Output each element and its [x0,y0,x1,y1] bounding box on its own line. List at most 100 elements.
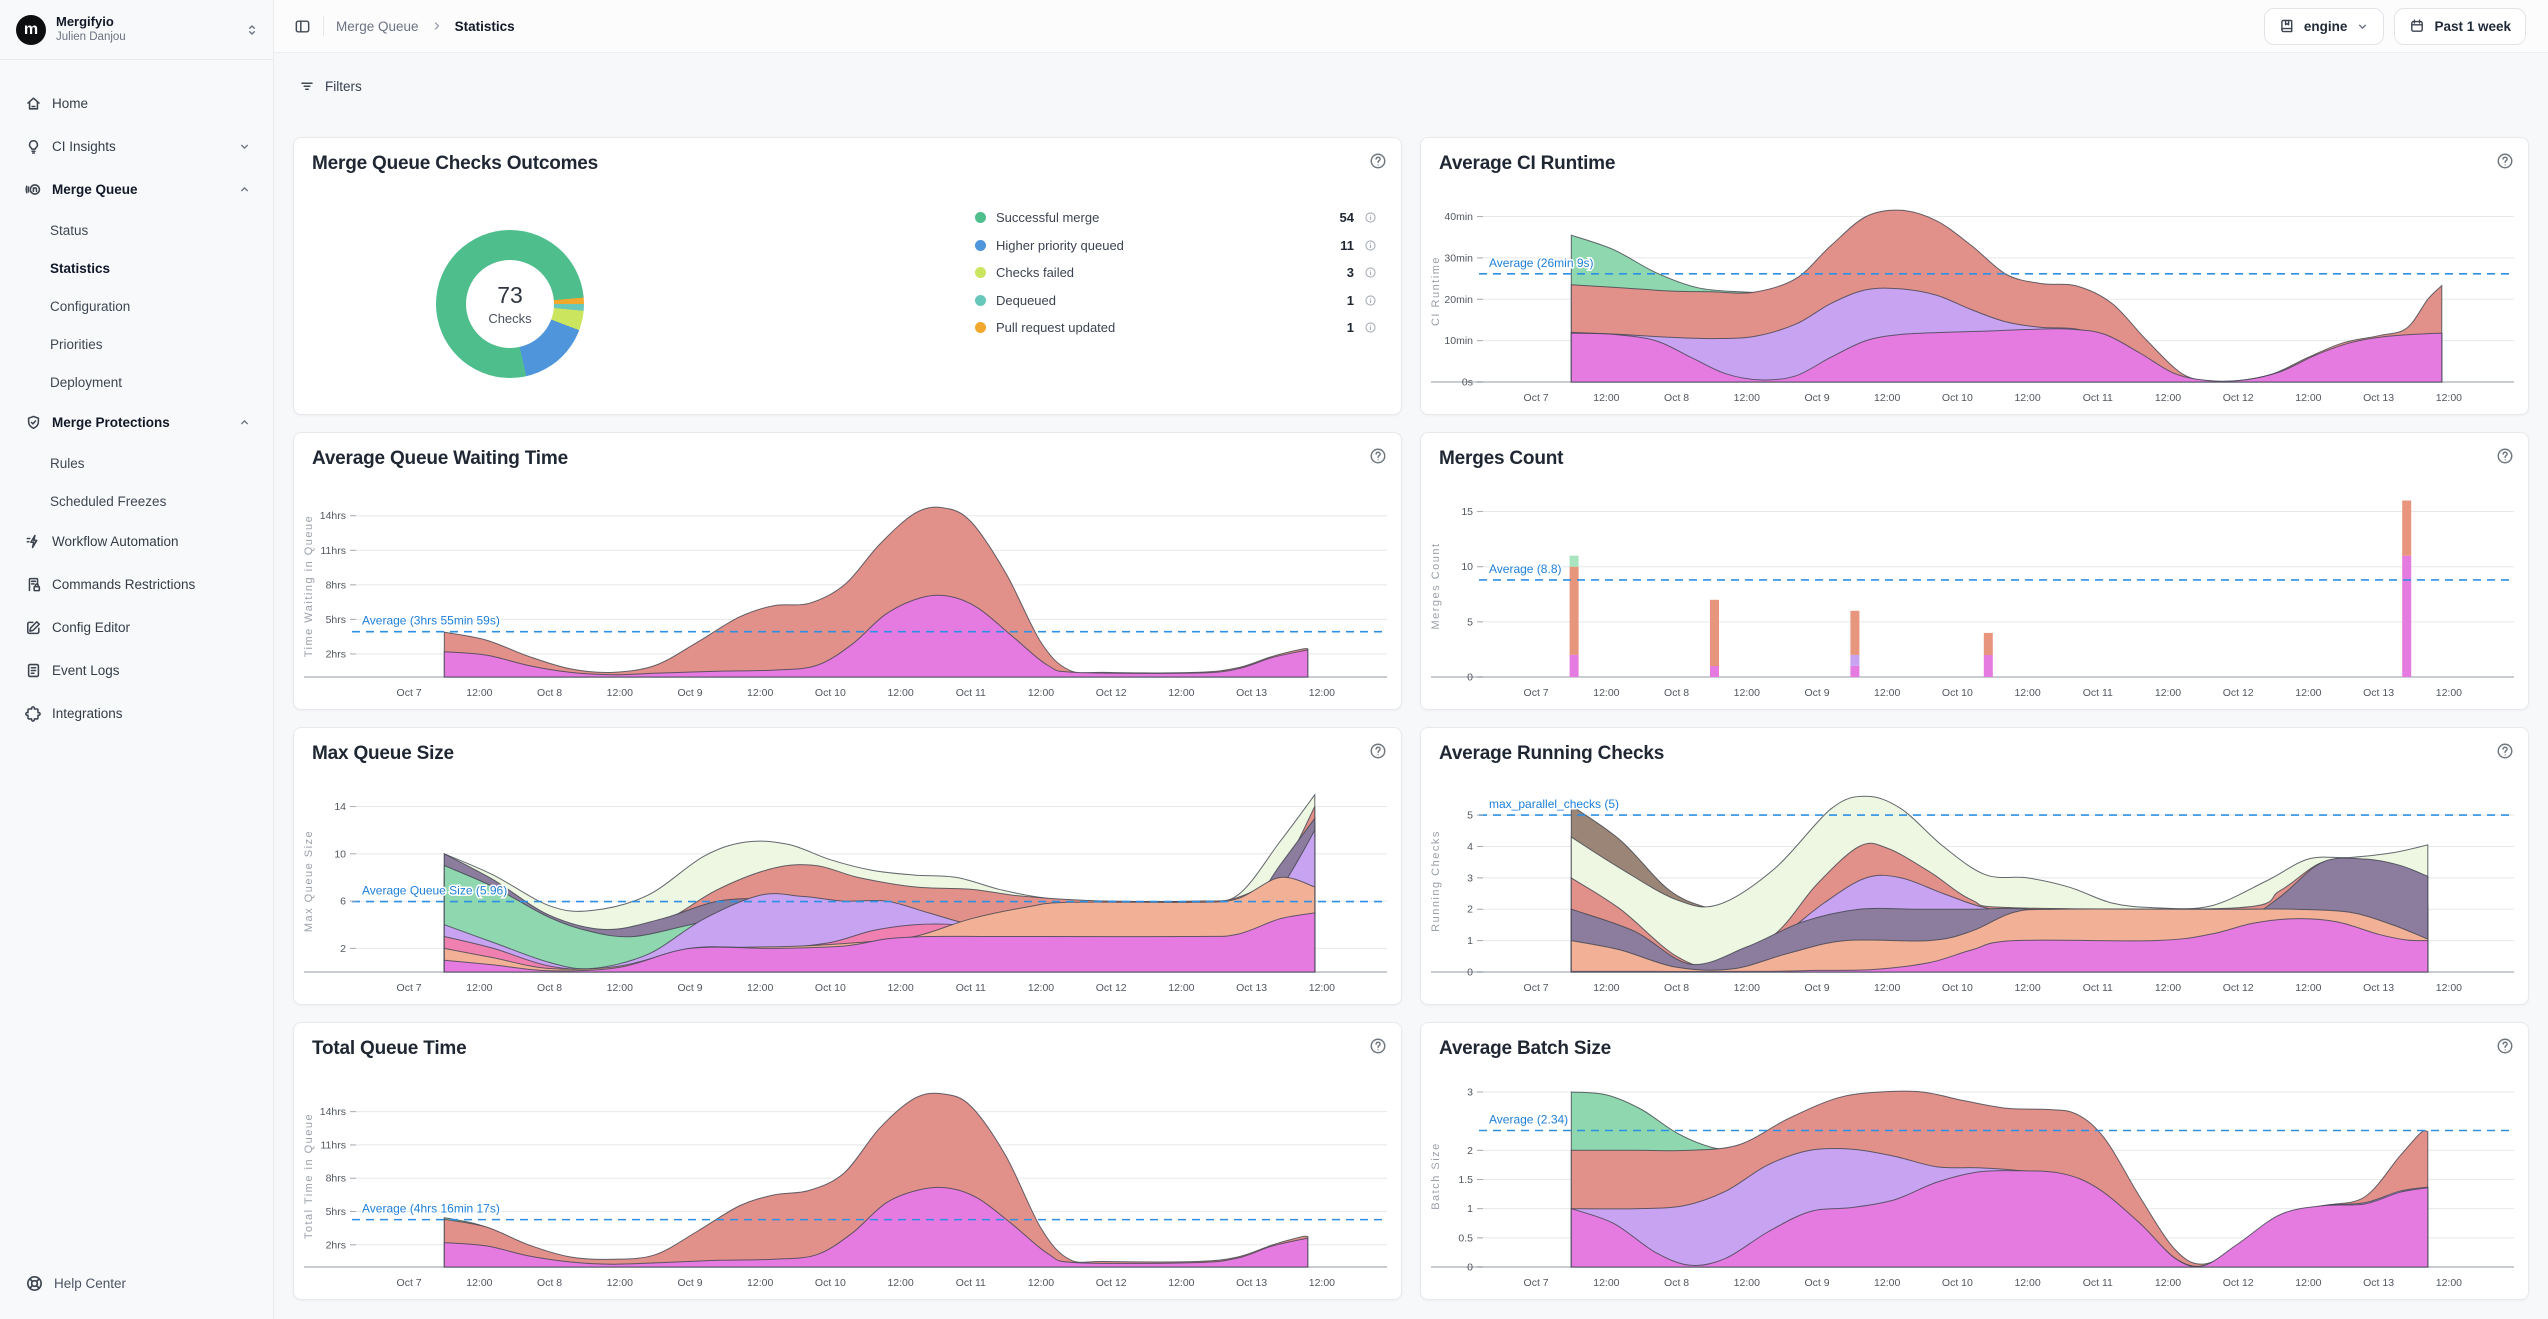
help-icon[interactable] [2496,742,2514,765]
card-max-queue-size: Max Queue Size Average Queue Size (5.96)… [293,727,1402,1005]
sidebar-item-label: Integrations [52,706,251,721]
breadcrumb-page: Statistics [455,19,515,34]
org-name: Mergifyio [56,14,235,31]
svg-text:Oct 7: Oct 7 [397,982,422,994]
svg-text:30min: 30min [1444,252,1473,264]
svg-text:12:00: 12:00 [2014,687,2040,699]
svg-text:12:00: 12:00 [1309,982,1335,994]
sidebar-item-integrations[interactable]: Integrations [0,692,273,735]
legend-item[interactable]: Dequeued1 [975,287,1377,315]
svg-text:Oct 9: Oct 9 [1804,982,1829,994]
legend-item[interactable]: Pull request updated1 [975,314,1377,342]
svg-text:8hrs: 8hrs [326,1173,346,1185]
donut-chart[interactable]: 73 Checks [436,230,584,378]
svg-text:12:00: 12:00 [1734,982,1760,994]
svg-text:12:00: 12:00 [1734,687,1760,699]
filters-bar[interactable]: Filters [274,53,2548,119]
legend-value: 1 [1347,320,1354,335]
sidebar-item-help-center[interactable]: Help Center [0,1274,273,1319]
svg-text:12:00: 12:00 [1028,982,1054,994]
help-icon[interactable] [1369,742,1387,765]
doclock-icon [25,576,42,593]
svg-text:10: 10 [1461,561,1473,573]
svg-text:12:00: 12:00 [2014,1277,2040,1289]
svg-text:12:00: 12:00 [2295,1277,2321,1289]
help-icon[interactable] [2496,152,2514,175]
sidebar-item-rules[interactable]: Rules [0,444,273,482]
legend-item[interactable]: Successful merge54 [975,204,1377,232]
svg-text:8hrs: 8hrs [326,579,346,591]
sidebar-item-ci-insights[interactable]: CI Insights [0,125,273,168]
info-icon[interactable] [1364,211,1377,224]
chart-average-ci-runtime: Average (26min 9s)0s10min20min30min40min… [1425,188,2520,408]
svg-text:12:00: 12:00 [1734,392,1760,404]
svg-text:12:00: 12:00 [2436,687,2462,699]
help-icon[interactable] [1369,1037,1387,1060]
legend-value: 3 [1347,265,1354,280]
info-icon[interactable] [1364,266,1377,279]
help-icon[interactable] [1369,152,1387,175]
info-icon[interactable] [1364,239,1377,252]
legend-label: Successful merge [996,210,1330,225]
svg-text:Oct 10: Oct 10 [815,982,846,994]
info-icon[interactable] [1364,321,1377,334]
help-icon[interactable] [2496,447,2514,470]
svg-text:Oct 8: Oct 8 [1664,687,1689,699]
sidebar-item-label: Merge Queue [52,182,228,197]
sidebar-item-scheduled-freezes[interactable]: Scheduled Freezes [0,482,273,520]
donut-legend: Successful merge54Higher priority queued… [975,204,1377,342]
sidebar-item-priorities[interactable]: Priorities [0,325,273,363]
sidebar-item-configuration[interactable]: Configuration [0,287,273,325]
doclines-icon [25,662,42,679]
svg-text:12:00: 12:00 [2436,1277,2462,1289]
svg-text:Oct 12: Oct 12 [1096,1277,1127,1289]
help-icon[interactable] [1369,447,1387,470]
svg-text:Oct 8: Oct 8 [1664,1277,1689,1289]
svg-text:12:00: 12:00 [2436,392,2462,404]
repo-selector-button[interactable]: engine [2264,8,2385,45]
card-title: Merge Queue Checks Outcomes [312,153,598,175]
svg-text:Oct 8: Oct 8 [537,1277,562,1289]
svg-text:12:00: 12:00 [2295,392,2321,404]
svg-text:Oct 9: Oct 9 [677,1277,702,1289]
sidebar-item-home[interactable]: Home [0,82,273,125]
svg-text:12:00: 12:00 [466,982,492,994]
svg-text:Oct 9: Oct 9 [677,982,702,994]
sidebar-item-commands-restrictions[interactable]: Commands Restrictions [0,563,273,606]
svg-text:Oct 12: Oct 12 [2223,1277,2254,1289]
legend-item[interactable]: Checks failed3 [975,259,1377,287]
breadcrumb-section[interactable]: Merge Queue [336,19,419,34]
sidebar-item-event-logs[interactable]: Event Logs [0,649,273,692]
donut-center-value: 73 [497,282,523,309]
sidebar-item-merge-queue[interactable]: Merge Queue [0,168,273,211]
svg-text:14: 14 [334,801,346,813]
legend-item[interactable]: Higher priority queued11 [975,232,1377,260]
svg-text:0: 0 [1467,967,1473,979]
svg-text:12:00: 12:00 [1168,982,1194,994]
svg-text:12:00: 12:00 [1028,687,1054,699]
info-icon[interactable] [1364,294,1377,307]
svg-text:Oct 10: Oct 10 [1942,687,1973,699]
panel-toggle-button[interactable] [294,18,311,35]
sidebar-item-merge-protections[interactable]: Merge Protections [0,401,273,444]
svg-text:12:00: 12:00 [2295,687,2321,699]
filter-icon [299,78,315,94]
svg-text:12:00: 12:00 [2295,982,2321,994]
topbar-divider [323,16,324,36]
sidebar-item-status[interactable]: Status [0,211,273,249]
svg-text:Oct 9: Oct 9 [677,687,702,699]
svg-text:1.5: 1.5 [1458,1174,1473,1186]
help-icon[interactable] [2496,1037,2514,1060]
sidebar-item-deployment[interactable]: Deployment [0,363,273,401]
card-title: Average Batch Size [1439,1038,1611,1060]
svg-text:Time Waiting in Queue: Time Waiting in Queue [303,515,315,658]
legend-dot [975,295,986,306]
svg-text:Oct 13: Oct 13 [2363,392,2394,404]
date-range-button[interactable]: Past 1 week [2394,8,2526,45]
chart-average-running-checks: max_parallel_checks (5)012345Oct 712:00O… [1425,778,2520,998]
sidebar-item-workflow-automation[interactable]: Workflow Automation [0,520,273,563]
org-switcher[interactable]: m Mergifyio Julien Danjou [0,0,273,60]
sidebar-item-statistics[interactable]: Statistics [0,249,273,287]
sidebar-item-config-editor[interactable]: Config Editor [0,606,273,649]
bulb-icon [25,138,42,155]
